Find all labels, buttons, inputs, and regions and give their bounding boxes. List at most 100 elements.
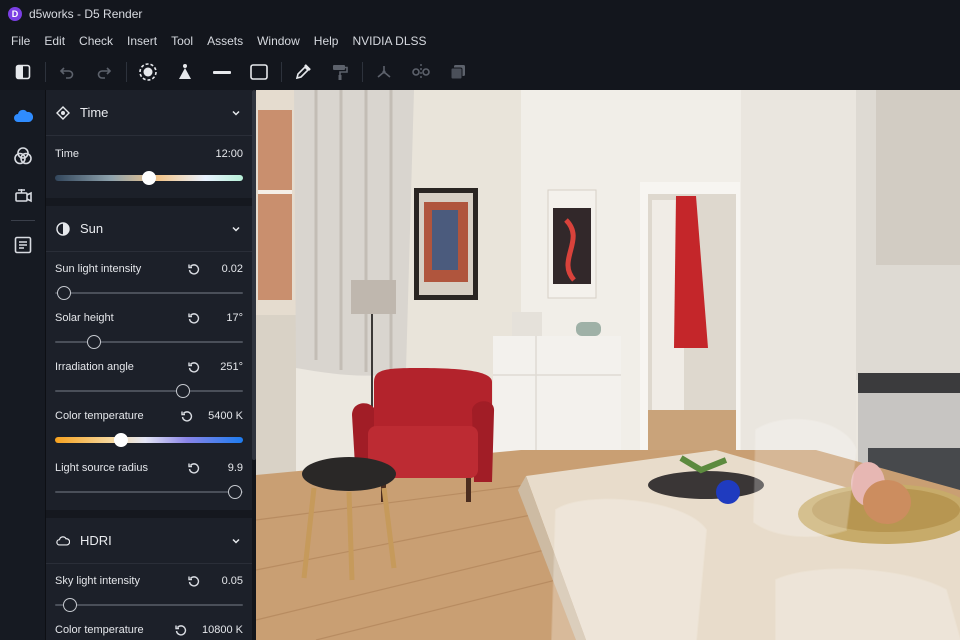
light-radius-slider[interactable] xyxy=(55,478,243,506)
menu-bar: File Edit Check Insert Tool Assets Windo… xyxy=(0,28,960,54)
sun-color-temp-value[interactable]: 5400 K xyxy=(208,410,243,422)
sky-intensity-row: Sky light intensity 0.05 xyxy=(46,564,252,619)
irradiation-angle-row: Irradiation angle 251° xyxy=(46,356,252,405)
undo-icon[interactable] xyxy=(52,58,82,86)
hdri-color-temp-value[interactable]: 10800 K xyxy=(202,624,243,636)
sun-intensity-slider[interactable] xyxy=(55,279,243,307)
chevron-down-icon[interactable] xyxy=(230,107,242,119)
light-radius-value[interactable]: 9.9 xyxy=(215,462,243,474)
reset-icon[interactable] xyxy=(187,360,201,374)
weather-icon[interactable] xyxy=(0,96,46,136)
toolbar-divider xyxy=(45,62,46,82)
eyedropper-icon[interactable] xyxy=(288,58,318,86)
mirror-icon[interactable] xyxy=(406,58,436,86)
section-sun-title: Sun xyxy=(80,221,104,236)
sky-intensity-value[interactable]: 0.05 xyxy=(215,575,243,587)
reset-icon[interactable] xyxy=(187,461,201,475)
title-bar: D d5works - D5 Render xyxy=(0,0,960,28)
chevron-down-icon[interactable] xyxy=(230,535,242,547)
menu-edit[interactable]: Edit xyxy=(37,34,72,48)
strip-light-icon[interactable] xyxy=(207,58,237,86)
light-radius-label: Light source radius xyxy=(55,462,148,474)
section-divider xyxy=(46,198,252,206)
menu-assets[interactable]: Assets xyxy=(200,34,250,48)
effects-icon[interactable] xyxy=(0,136,46,176)
time-slider[interactable] xyxy=(55,164,243,192)
transform-icon[interactable] xyxy=(369,58,399,86)
hdri-color-temp-label: Color temperature xyxy=(55,624,144,636)
solar-height-row: Solar height 17° xyxy=(46,307,252,356)
slider-knob[interactable] xyxy=(87,335,102,349)
menu-insert[interactable]: Insert xyxy=(120,34,164,48)
section-time-title: Time xyxy=(80,105,109,120)
rect-light-icon[interactable] xyxy=(244,58,274,86)
irradiation-angle-value[interactable]: 251° xyxy=(215,361,243,373)
time-slider-knob[interactable] xyxy=(142,171,156,185)
panel-toggle-icon[interactable] xyxy=(8,58,38,86)
sun-intensity-row: Sun light intensity 0.02 xyxy=(46,252,252,307)
color-temp-track xyxy=(55,437,243,443)
time-label: Time xyxy=(55,148,80,160)
sun-color-temp-slider[interactable] xyxy=(55,426,243,454)
solar-height-slider[interactable] xyxy=(55,328,243,356)
d5-logo-icon: D xyxy=(8,7,22,21)
toolbar xyxy=(0,54,960,90)
slider-knob[interactable] xyxy=(175,384,190,398)
cloud-icon xyxy=(56,534,70,548)
sun-intensity-value[interactable]: 0.02 xyxy=(215,263,243,275)
section-divider xyxy=(46,510,252,518)
toolbar-divider xyxy=(126,62,127,82)
cone-light-icon[interactable] xyxy=(170,58,200,86)
menu-tool[interactable]: Tool xyxy=(164,34,200,48)
stack-icon[interactable] xyxy=(443,58,473,86)
menu-window[interactable]: Window xyxy=(250,34,307,48)
camera-icon[interactable] xyxy=(0,176,46,216)
interior-render-image xyxy=(256,90,960,640)
sun-intensity-label: Sun light intensity xyxy=(55,263,142,275)
time-target-icon xyxy=(56,105,70,120)
irradiation-angle-label: Irradiation angle xyxy=(55,361,134,373)
menu-check[interactable]: Check xyxy=(72,34,120,48)
slider-track xyxy=(55,341,243,343)
section-hdri-header[interactable]: HDRI xyxy=(46,518,252,564)
render-viewport[interactable] xyxy=(256,90,960,640)
window-title: d5works - D5 Render xyxy=(29,7,143,21)
toolbar-divider xyxy=(362,62,363,82)
section-hdri-title: HDRI xyxy=(80,533,112,548)
irradiation-angle-slider[interactable] xyxy=(55,377,243,405)
slider-knob[interactable] xyxy=(228,485,243,499)
menu-help[interactable]: Help xyxy=(307,34,346,48)
chevron-down-icon[interactable] xyxy=(230,223,242,235)
reset-icon[interactable] xyxy=(174,623,188,637)
sky-intensity-label: Sky light intensity xyxy=(55,575,140,587)
slider-knob[interactable] xyxy=(113,433,128,447)
slider-track xyxy=(55,604,243,606)
left-rail xyxy=(0,90,46,640)
solar-height-value[interactable]: 17° xyxy=(215,312,243,324)
section-sun-header[interactable]: Sun xyxy=(46,206,252,252)
sky-intensity-slider[interactable] xyxy=(55,591,243,619)
hdri-color-temp-row: Color temperature 10800 K xyxy=(46,619,252,640)
toolbar-divider xyxy=(281,62,282,82)
menu-nvidia-dlss[interactable]: NVIDIA DLSS xyxy=(345,34,433,48)
slider-track xyxy=(55,491,243,493)
redo-icon[interactable] xyxy=(89,58,119,86)
time-value[interactable]: 12:00 xyxy=(215,148,243,160)
light-radius-row: Light source radius 9.9 xyxy=(46,454,252,506)
menu-file[interactable]: File xyxy=(4,34,37,48)
reset-icon[interactable] xyxy=(180,409,194,423)
slider-knob[interactable] xyxy=(57,286,72,300)
reset-icon[interactable] xyxy=(187,262,201,276)
select-icon[interactable] xyxy=(133,58,163,86)
reset-icon[interactable] xyxy=(187,311,201,325)
slider-track xyxy=(55,292,243,294)
rail-divider xyxy=(11,220,35,221)
sun-color-temp-row: Color temperature 5400 K xyxy=(46,405,252,454)
time-row: Time 12:00 xyxy=(46,136,252,192)
reset-icon[interactable] xyxy=(187,574,201,588)
slider-knob[interactable] xyxy=(63,598,78,612)
list-icon[interactable] xyxy=(0,225,46,265)
section-time-header[interactable]: Time xyxy=(46,90,252,136)
paint-roller-icon[interactable] xyxy=(325,58,355,86)
properties-panel: Time Time 12:00 Sun Sun light intensity … xyxy=(46,90,252,640)
